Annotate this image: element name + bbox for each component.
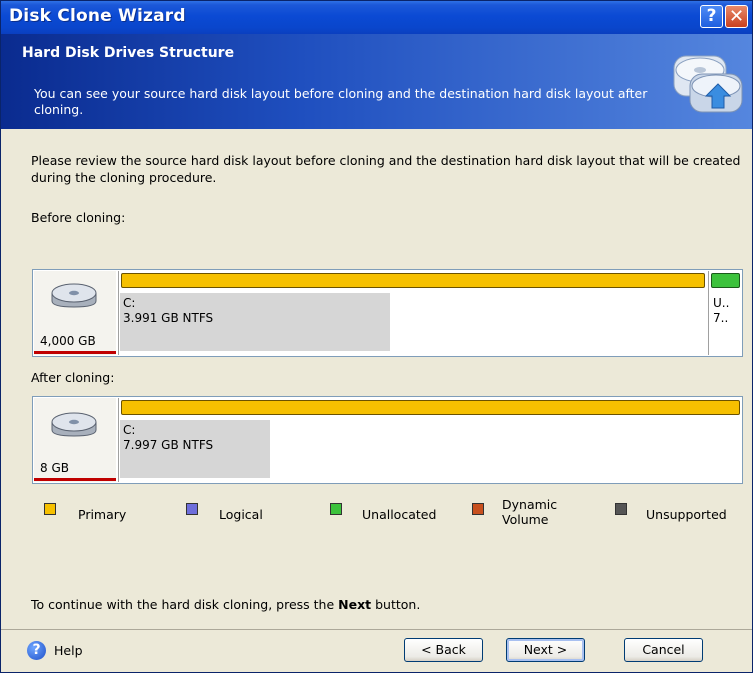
- before-disk-panel: 4,000 GB C: 3.991 GB NTFS U.. 7..: [32, 269, 743, 357]
- primary-swatch: [44, 503, 56, 515]
- after-cloning-label: After cloning:: [31, 370, 115, 385]
- before-partition-info: C: 3.991 GB NTFS: [123, 296, 214, 325]
- after-partition-c[interactable]: C: 7.997 GB NTFS: [118, 398, 742, 482]
- legend-primary: Primary: [78, 507, 127, 522]
- legend-unallocated: Unallocated: [362, 507, 437, 522]
- header-description: You can see your source hard disk layout…: [34, 86, 648, 117]
- footer-instruction: To continue with the hard disk cloning, …: [31, 597, 421, 612]
- next-button[interactable]: Next >: [506, 638, 585, 662]
- cancel-button[interactable]: Cancel: [624, 638, 703, 662]
- disk-clone-icon: [673, 55, 743, 113]
- close-button[interactable]: ✕: [725, 5, 748, 28]
- after-disk-cell[interactable]: 8 GB: [34, 398, 116, 482]
- disk-selected-indicator: [34, 351, 116, 354]
- after-disk-panel: 8 GB C: 7.997 GB NTFS: [32, 396, 743, 484]
- help-icon[interactable]: ?: [27, 641, 46, 660]
- legend-dynamic-volume: Dynamic Volume: [502, 497, 558, 527]
- legend-unsupported: Unsupported: [646, 507, 727, 522]
- before-unallocated-partition[interactable]: U.. 7..: [708, 271, 742, 355]
- before-disk-cell[interactable]: 4,000 GB: [34, 271, 116, 355]
- hard-disk-icon: [51, 283, 97, 308]
- before-partition-c[interactable]: C: 3.991 GB NTFS: [118, 271, 707, 355]
- window-title: Disk Clone Wizard: [9, 6, 186, 26]
- before-cloning-label: Before cloning:: [31, 210, 126, 225]
- unallocated-swatch: [330, 503, 342, 515]
- help-button[interactable]: Help: [54, 643, 83, 658]
- after-partition-info: C: 7.997 GB NTFS: [123, 423, 214, 452]
- hard-disk-icon: [51, 412, 97, 437]
- legend-logical: Logical: [219, 507, 263, 522]
- title-bar: Disk Clone Wizard ? ✕: [1, 1, 752, 34]
- logical-swatch: [186, 503, 198, 515]
- back-button[interactable]: < Back: [404, 638, 483, 662]
- after-disk-size: 8 GB: [40, 461, 69, 475]
- unallocated-bar: [711, 273, 740, 288]
- unsupported-swatch: [615, 503, 627, 515]
- primary-partition-bar: [121, 400, 740, 415]
- header-title: Hard Disk Drives Structure: [22, 45, 235, 61]
- title-help-button[interactable]: ?: [700, 5, 723, 28]
- primary-partition-bar: [121, 273, 705, 288]
- wizard-header: Hard Disk Drives Structure You can see y…: [1, 34, 752, 129]
- unallocated-info: U.. 7..: [713, 296, 730, 325]
- dynamic-volume-swatch: [472, 503, 484, 515]
- before-disk-size: 4,000 GB: [40, 334, 96, 348]
- disk-clone-wizard-window: Disk Clone Wizard ? ✕ Hard Disk Drives S…: [0, 0, 753, 673]
- instruction-text: Please review the source hard disk layou…: [31, 153, 741, 185]
- footer-separator: [1, 629, 752, 630]
- disk-selected-indicator: [34, 478, 116, 481]
